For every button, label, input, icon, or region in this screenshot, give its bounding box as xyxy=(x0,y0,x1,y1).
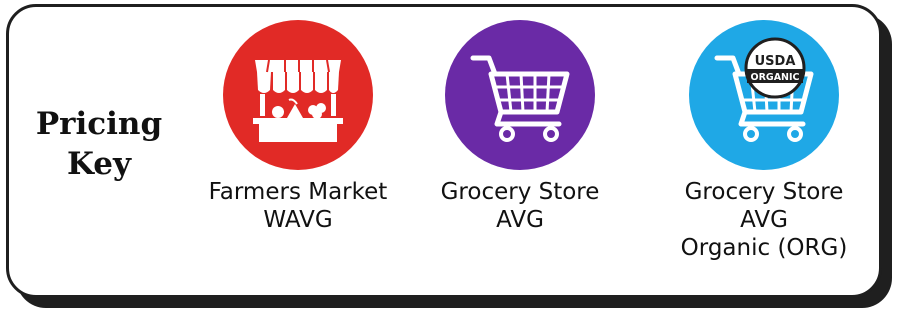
legend-item-grocery-store-organic: USDA ORGANIC Grocery Store AVG Organic (… xyxy=(664,20,864,262)
key-title-line-1: Pricing xyxy=(35,106,163,142)
pricing-key-title: Pricing Key xyxy=(24,104,174,184)
grocery-store-label: Grocery Store AVG xyxy=(420,178,620,234)
grocery-store-label-line-1: Grocery Store xyxy=(440,179,600,205)
usda-organic-cart-icon: USDA ORGANIC xyxy=(689,20,839,170)
farmers-market-label: Farmers Market WAVG xyxy=(198,178,398,234)
grocery-store-organic-label-line-2: AVG xyxy=(740,207,788,233)
farmers-market-label-line-1: Farmers Market xyxy=(208,179,388,205)
grocery-store-label-line-2: AVG xyxy=(496,207,544,233)
shopping-cart-icon xyxy=(445,20,595,170)
key-title-line-2: Key xyxy=(67,146,131,182)
usda-seal-text: USDA xyxy=(755,54,796,69)
legend-item-grocery-store: Grocery Store AVG xyxy=(420,20,620,234)
grocery-store-organic-label-line-1: Grocery Store xyxy=(684,179,844,205)
grocery-store-organic-label-line-3: Organic (ORG) xyxy=(680,235,848,261)
grocery-store-organic-label: Grocery Store AVG Organic (ORG) xyxy=(664,178,864,262)
farmers-market-label-line-2: WAVG xyxy=(263,207,333,233)
farmers-market-stall-icon xyxy=(223,20,373,170)
legend-item-farmers-market: Farmers Market WAVG xyxy=(198,20,398,234)
organic-seal-text: ORGANIC xyxy=(751,72,800,83)
